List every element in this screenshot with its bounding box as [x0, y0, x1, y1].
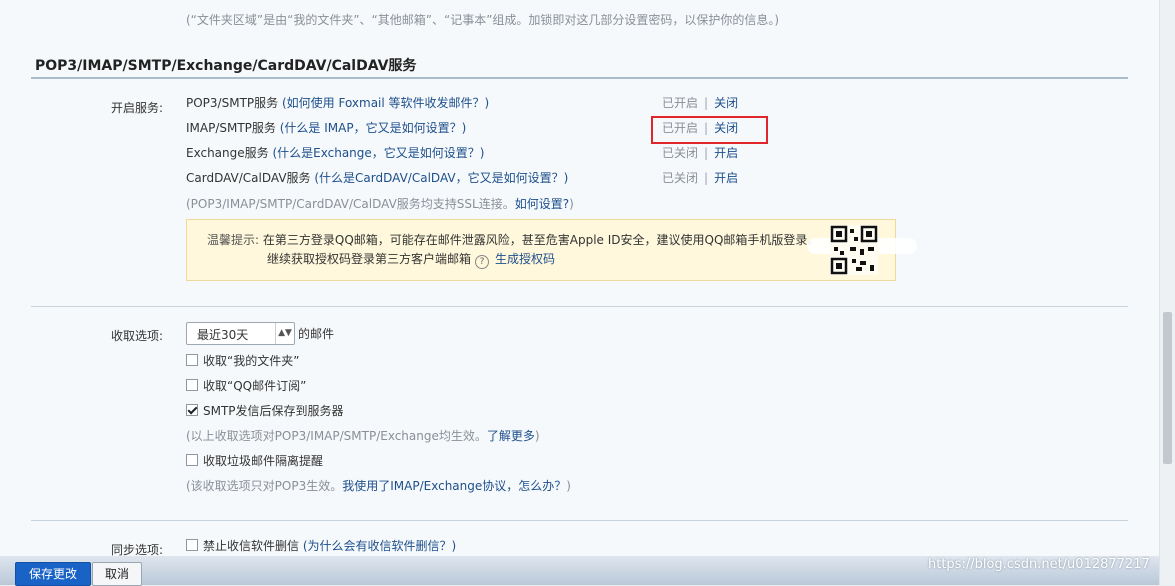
service-name: Exchange服务 — [186, 146, 269, 160]
divider — [31, 520, 1128, 521]
learn-more-link[interactable]: 了解更多 — [487, 429, 535, 443]
option-qq-subscription[interactable]: 收取“QQ邮件订阅” — [186, 377, 306, 394]
option-label: 收取“我的文件夹” — [203, 354, 300, 368]
section-title: POP3/IMAP/SMTP/Exchange/CardDAV/CalDAV服务 — [35, 58, 417, 74]
service-status-pop3: 已开启 | 关闭 — [662, 96, 739, 110]
cancel-button[interactable]: 取消 — [92, 562, 142, 586]
receive-note: (以上收取选项对POP3/IMAP/SMTP/Exchange均生效。了解更多) — [186, 427, 540, 444]
service-name: CardDAV/CalDAV服务 — [186, 171, 311, 185]
option-label: SMTP发信后保存到服务器 — [203, 404, 344, 418]
service-help-link[interactable]: (什么是Exchange，它又是如何设置？) — [272, 146, 484, 160]
select-arrows-icon: ▲▼ — [275, 323, 294, 344]
services-label: 开启服务: — [111, 101, 164, 115]
service-help-link[interactable]: (什么是CardDAV/CalDAV，它又是如何设置？) — [314, 171, 568, 185]
notice-line2: 继续获取授权码登录第三方客户端邮箱? 生成授权码 — [267, 250, 555, 269]
option-spam-reminder[interactable]: 收取垃圾邮件隔离提醒 — [186, 452, 323, 469]
receive-note-end: ) — [534, 429, 540, 443]
highlight-box — [651, 116, 768, 144]
checkbox[interactable] — [186, 539, 198, 551]
service-status-exchange: 已关闭 | 开启 — [662, 146, 739, 160]
help-icon[interactable]: ? — [475, 255, 490, 269]
notice-line1: 温馨提示: 在第三方登录QQ邮箱，可能存在邮件泄露风险，甚至危害Apple ID… — [207, 231, 819, 248]
receive-range-select[interactable]: 最近30天 ▲▼ — [186, 322, 295, 345]
service-name: IMAP/SMTP服务 — [186, 121, 276, 135]
settings-panel — [31, 0, 1128, 585]
service-row-imap: IMAP/SMTP服务 (什么是 IMAP，它又是如何设置？) — [186, 119, 466, 137]
security-notice: 温馨提示: 在第三方登录QQ邮箱，可能存在邮件泄露风险，甚至危害Apple ID… — [186, 219, 917, 281]
status-text: 已关闭 — [662, 146, 699, 160]
service-row-caldav: CardDAV/CalDAV服务 (什么是CardDAV/CalDAV，它又是如… — [186, 169, 568, 187]
checkbox[interactable] — [186, 404, 198, 416]
option-label: 收取“QQ邮件订阅” — [203, 379, 307, 393]
toggle-service-link[interactable]: 开启 — [714, 146, 738, 160]
service-status-caldav: 已关闭 | 开启 — [662, 171, 739, 185]
option-smtp-save[interactable]: SMTP发信后保存到服务器 — [186, 402, 344, 419]
save-button[interactable]: 保存更改 — [15, 562, 91, 586]
scrollbar-thumb[interactable] — [1163, 312, 1172, 464]
toggle-service-link[interactable]: 关闭 — [714, 96, 738, 110]
imap-exchange-help-link[interactable]: 我使用了IMAP/Exchange协议，怎么办？ — [342, 479, 566, 493]
divider — [31, 306, 1128, 307]
option-my-folders[interactable]: 收取“我的文件夹” — [186, 352, 299, 369]
receive-note-text: (以上收取选项对POP3/IMAP/SMTP/Exchange均生效。 — [186, 429, 487, 443]
checkbox[interactable] — [186, 379, 198, 391]
folder-area-note: (“文件夹区域”是由“我的文件夹”、“其他邮箱”、“记事本”组成。加锁即对这几部… — [186, 13, 780, 27]
qr-code-icon — [830, 225, 878, 275]
checkbox[interactable] — [186, 354, 198, 366]
option-prevent-delete[interactable]: 禁止收信软件删信 (为什么会有收信软件删信？) — [186, 537, 456, 554]
status-text: 已关闭 — [662, 171, 699, 185]
service-help-link[interactable]: (如何使用 Foxmail 等软件收发邮件？) — [282, 96, 489, 110]
ssl-note-text: (POP3/IMAP/SMTP/CardDAV/CalDAV服务均支持SSL连接… — [186, 197, 515, 211]
service-help-link[interactable]: (什么是 IMAP，它又是如何设置？) — [280, 121, 467, 135]
notice-title: 温馨提示: — [207, 233, 260, 247]
settings-page: (“文件夹区域”是由“我的文件夹”、“其他邮箱”、“记事本”组成。加锁即对这几部… — [0, 0, 1160, 585]
notice-auth-text: 继续获取授权码登录第三方客户端邮箱 — [267, 252, 472, 266]
status-text: 已开启 — [662, 96, 699, 110]
vertical-scrollbar[interactable] — [1159, 0, 1175, 585]
generate-auth-code-link[interactable]: 生成授权码 — [495, 252, 555, 266]
sync-help-link[interactable]: (为什么会有收信软件删信？) — [303, 539, 456, 553]
select-value: 最近30天 — [197, 328, 249, 342]
service-row-pop3: POP3/SMTP服务 (如何使用 Foxmail 等软件收发邮件？) — [186, 94, 489, 112]
pop3-note-end: ) — [566, 479, 571, 493]
option-label: 禁止收信软件删信 — [203, 539, 300, 553]
toggle-service-link[interactable]: 开启 — [714, 171, 738, 185]
ssl-note: (POP3/IMAP/SMTP/CardDAV/CalDAV服务均支持SSL连接… — [186, 195, 574, 212]
section-divider — [31, 77, 1128, 79]
pop3-note-text: (该收取选项只对POP3生效。 — [186, 479, 343, 493]
ssl-note-end: ) — [569, 197, 574, 211]
receive-label: 收取选项: — [111, 329, 164, 343]
ssl-help-link[interactable]: 如何设置? — [515, 197, 569, 211]
receive-range-suffix: 的邮件 — [298, 327, 335, 341]
option-label: 收取垃圾邮件隔离提醒 — [203, 454, 324, 468]
checkbox[interactable] — [186, 454, 198, 466]
service-name: POP3/SMTP服务 — [186, 96, 279, 110]
service-row-exchange: Exchange服务 (什么是Exchange，它又是如何设置？) — [186, 144, 484, 162]
watermark: https://blog.csdn.net/u012877217 — [928, 557, 1150, 572]
pop3-note: (该收取选项只对POP3生效。我使用了IMAP/Exchange协议，怎么办？) — [186, 477, 571, 494]
notice-text: 在第三方登录QQ邮箱，可能存在邮件泄露风险，甚至危害Apple ID安全，建议使… — [262, 233, 820, 247]
